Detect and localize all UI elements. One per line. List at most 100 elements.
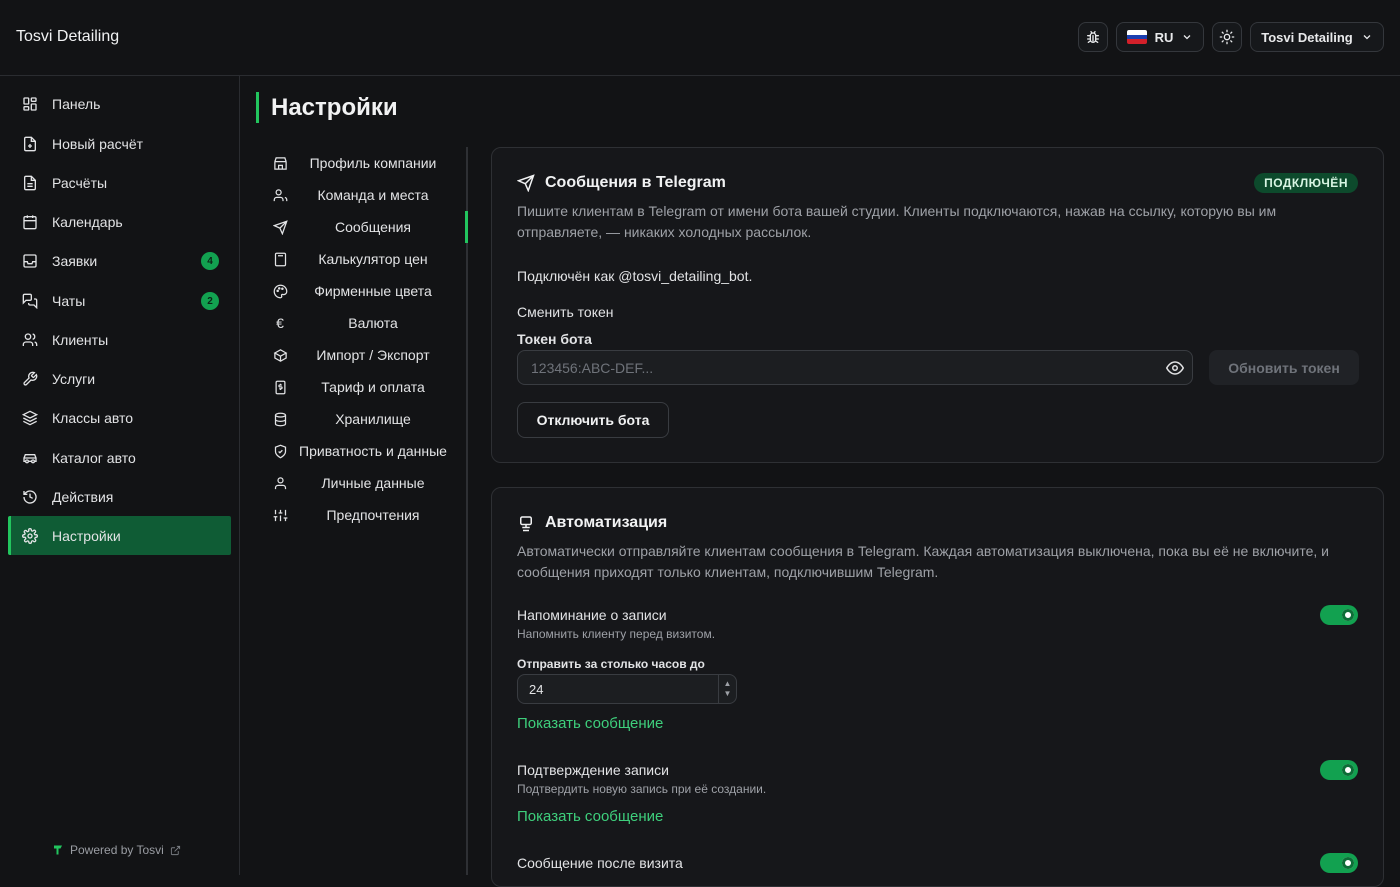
hours-stepper[interactable]: ▲ ▼ <box>718 675 736 703</box>
receipt-icon <box>272 379 288 395</box>
tab-messages[interactable]: Сообщения <box>270 211 460 243</box>
tab-personal-data[interactable]: Личные данные <box>270 467 460 499</box>
sidebar-item-label: Каталог авто <box>52 449 136 466</box>
after-visit-toggle[interactable] <box>1320 853 1358 873</box>
sidebar-item-calendar[interactable]: Календарь <box>8 202 231 241</box>
change-token-heading: Сменить токен <box>517 304 614 320</box>
hours-label: Отправить за столько часов до <box>517 657 705 671</box>
top-bar: Tosvi Detailing RU Tosvi Detailing <box>0 0 1400 76</box>
sun-icon <box>1219 29 1235 45</box>
tab-label: Калькулятор цен <box>318 251 428 267</box>
bot-icon <box>517 514 535 532</box>
tab-label: Команда и места <box>317 187 429 203</box>
language-label: RU <box>1154 29 1174 45</box>
active-tab-indicator <box>465 211 468 243</box>
sidebar-item-new-estimate[interactable]: Новый расчёт <box>8 124 231 163</box>
telegram-title-text: Сообщения в Telegram <box>545 174 726 191</box>
settings-nav: Профиль компании Команда и места Сообщен… <box>240 147 468 875</box>
confirmation-title: Подтверждение записи <box>517 762 669 778</box>
send-icon <box>272 219 288 235</box>
telegram-card: Сообщения в Telegram ПОДКЛЮЧЁН Пишите кл… <box>491 147 1384 463</box>
sidebar-item-services[interactable]: Услуги <box>8 359 231 398</box>
tab-privacy[interactable]: Приватность и данные <box>270 435 460 467</box>
sidebar: Панель Новый расчёт Расчёты Календарь За… <box>0 76 240 875</box>
app-title: Tosvi Detailing <box>16 28 120 45</box>
history-icon <box>22 489 38 505</box>
bug-report-button[interactable] <box>1078 22 1108 52</box>
tab-preferences[interactable]: Предпочтения <box>270 499 460 531</box>
sidebar-item-requests[interactable]: Заявки 4 <box>8 241 231 280</box>
sidebar-item-label: Заявки <box>52 252 98 269</box>
sidebar-item-activity[interactable]: Действия <box>8 477 231 516</box>
layers-icon <box>22 410 38 426</box>
automation-description: Автоматически отправляйте клиентам сообщ… <box>517 543 1329 580</box>
automation-card-title: Автоматизация <box>517 514 667 532</box>
language-select[interactable]: RU <box>1116 22 1204 52</box>
users-icon <box>22 332 38 348</box>
bot-token-input[interactable]: 123456:ABC-DEF... <box>517 350 1193 385</box>
sidebar-item-chats[interactable]: Чаты 2 <box>8 281 231 320</box>
tab-import-export[interactable]: Импорт / Экспорт <box>270 339 460 371</box>
tab-price-calculator[interactable]: Калькулятор цен <box>270 243 460 275</box>
tab-billing[interactable]: Тариф и оплата <box>270 371 460 403</box>
sidebar-item-label: Классы авто <box>52 409 134 426</box>
sidebar-item-settings[interactable]: Настройки <box>8 516 231 555</box>
calendar-icon <box>22 214 38 230</box>
hours-value: 24 <box>529 681 544 697</box>
user-icon <box>272 475 288 491</box>
tab-label: Валюта <box>348 315 398 331</box>
tab-storage[interactable]: Хранилище <box>270 403 460 435</box>
tab-brand-colors[interactable]: Фирменные цвета <box>270 275 460 307</box>
tab-currency[interactable]: € Валюта <box>270 307 460 339</box>
tab-label: Личные данные <box>321 475 425 491</box>
telegram-description: Пишите клиентам в Telegram от имени бота… <box>517 203 1277 240</box>
after-visit-title: Сообщение после визита <box>517 855 683 871</box>
show-confirmation-message-link[interactable]: Показать сообщение <box>517 808 663 825</box>
sidebar-item-label: Расчёты <box>52 174 108 191</box>
sidebar-item-car-catalog[interactable]: Каталог авто <box>8 438 231 477</box>
reminder-subtitle: Напомнить клиенту перед визитом. <box>517 627 716 641</box>
russia-flag-icon <box>1126 30 1147 44</box>
update-token-button[interactable]: Обновить токен <box>1209 350 1359 385</box>
sidebar-item-car-classes[interactable]: Классы авто <box>8 398 231 437</box>
disconnect-bot-button[interactable]: Отключить бота <box>517 402 669 438</box>
sidebar-item-label: Настройки <box>52 527 121 544</box>
chat-icon <box>22 293 38 309</box>
account-menu-button[interactable]: Tosvi Detailing <box>1250 22 1384 52</box>
telegram-card-title: Сообщения в Telegram <box>517 174 726 192</box>
eye-icon[interactable] <box>1166 359 1184 377</box>
palette-icon <box>272 283 288 299</box>
theme-toggle-button[interactable] <box>1212 22 1242 52</box>
chats-count-badge: 2 <box>201 292 219 310</box>
package-icon <box>272 347 288 363</box>
external-link-icon <box>170 845 181 856</box>
token-label: Токен бота <box>517 331 592 347</box>
sidebar-item-dashboard[interactable]: Панель <box>8 84 231 123</box>
tab-company-profile[interactable]: Профиль компании <box>270 147 460 179</box>
powered-by-text: Powered by Tosvi <box>70 843 164 857</box>
wrench-icon <box>22 371 38 387</box>
sidebar-item-estimates[interactable]: Расчёты <box>8 163 231 202</box>
sidebar-item-label: Панель <box>52 95 101 112</box>
sidebar-item-clients[interactable]: Клиенты <box>8 320 231 359</box>
tab-label: Сообщения <box>335 219 411 235</box>
confirmation-toggle[interactable] <box>1320 760 1358 780</box>
status-badge: ПОДКЛЮЧЁН <box>1254 173 1358 193</box>
chevron-down-icon[interactable]: ▼ <box>724 689 732 699</box>
hours-input[interactable]: 24 ▲ ▼ <box>517 674 737 704</box>
reminder-title: Напоминание о записи <box>517 607 667 623</box>
powered-by-link[interactable]: Powered by Tosvi <box>52 843 181 857</box>
tab-label: Предпочтения <box>326 507 420 523</box>
tab-team[interactable]: Команда и места <box>270 179 460 211</box>
store-icon <box>272 155 288 171</box>
top-actions: RU Tosvi Detailing <box>1078 22 1384 52</box>
sidebar-item-label: Чаты <box>52 292 86 309</box>
confirmation-subtitle: Подтвердить новую запись при её создании… <box>517 782 767 796</box>
reminder-toggle[interactable] <box>1320 605 1358 625</box>
chevron-up-icon[interactable]: ▲ <box>724 679 732 689</box>
sidebar-item-label: Услуги <box>52 370 96 387</box>
show-reminder-message-link[interactable]: Показать сообщение <box>517 715 663 732</box>
tab-label: Хранилище <box>335 411 411 427</box>
car-icon <box>22 450 38 466</box>
connected-as-text: Подключён как @tosvi_detailing_bot. <box>517 268 753 284</box>
